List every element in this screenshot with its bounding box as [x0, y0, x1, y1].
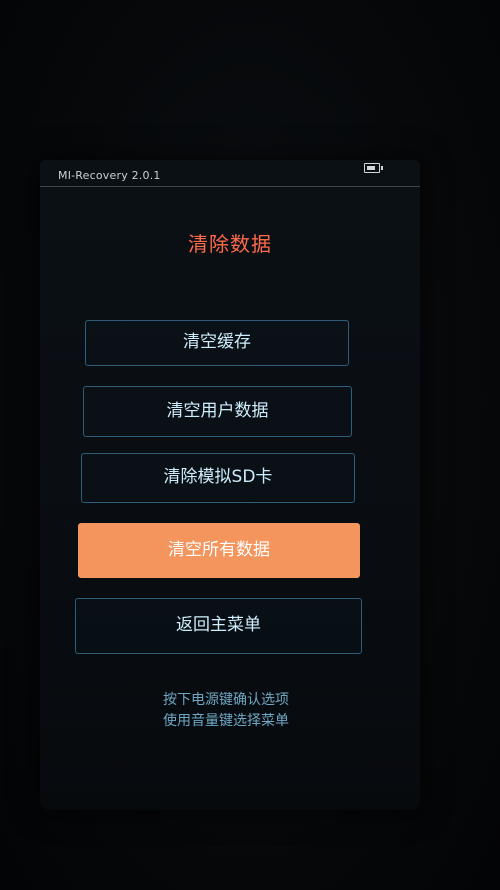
- menu-item-label: 清空所有数据: [168, 540, 270, 560]
- status-bar-title: MI-Recovery 2.0.1: [58, 169, 161, 182]
- hint-text: 按下电源键确认选项 使用音量键选择菜单: [36, 690, 416, 732]
- menu-item-back-to-main[interactable]: 返回主菜单: [75, 598, 362, 654]
- hint-line-select: 使用音量键选择菜单: [163, 713, 289, 729]
- photo-background: MI-Recovery 2.0.1 清除数据 清空缓存 清空用户数据 清除模拟S…: [0, 0, 500, 890]
- battery-level: [367, 166, 375, 170]
- hint-line-confirm: 按下电源键确认选项: [163, 692, 289, 708]
- menu-item-label: 返回主菜单: [176, 615, 261, 635]
- phone-screen: MI-Recovery 2.0.1 清除数据 清空缓存 清空用户数据 清除模拟S…: [40, 160, 420, 810]
- menu-item-clear-all-data[interactable]: 清空所有数据: [78, 523, 360, 578]
- menu-item-clear-cache[interactable]: 清空缓存: [85, 320, 349, 366]
- menu-item-label: 清空缓存: [183, 332, 251, 352]
- menu-item-clear-sd-card[interactable]: 清除模拟SD卡: [81, 453, 355, 503]
- menu-item-clear-user-data[interactable]: 清空用户数据: [83, 386, 352, 437]
- menu-item-label: 清除模拟SD卡: [163, 467, 273, 487]
- battery-icon: [364, 163, 383, 173]
- page-title: 清除数据: [188, 232, 272, 256]
- status-bar: MI-Recovery 2.0.1: [40, 160, 420, 187]
- menu-item-label: 清空用户数据: [166, 401, 269, 421]
